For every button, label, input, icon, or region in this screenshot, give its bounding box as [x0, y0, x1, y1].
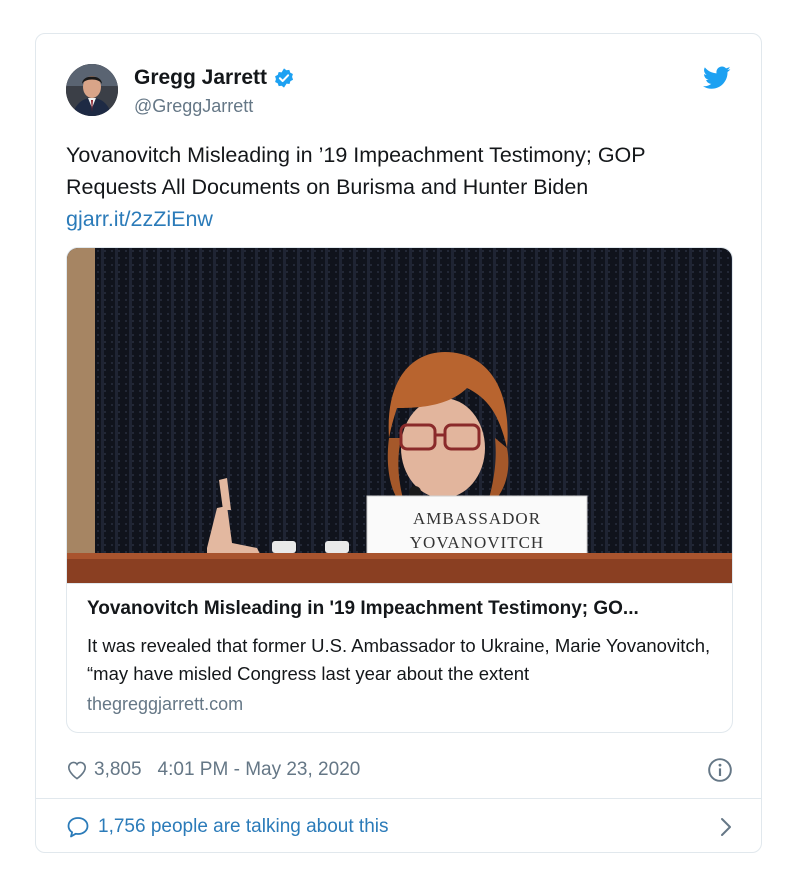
display-name[interactable]: Gregg Jarrett	[134, 66, 267, 90]
avatar[interactable]	[66, 64, 118, 116]
heart-icon	[67, 761, 87, 780]
card-domain: thegreggjarrett.com	[87, 694, 244, 714]
placard-line2: YOVANOVITCH	[410, 533, 544, 552]
conversation-count[interactable]: 1,756 people are talking about this	[98, 816, 389, 838]
info-icon[interactable]	[707, 757, 733, 783]
timestamp[interactable]: 4:01 PM - May 23, 2020	[158, 759, 361, 781]
like-count: 3,805	[94, 759, 142, 780]
chevron-right-icon[interactable]	[719, 816, 733, 838]
link-preview-card[interactable]: AMBASSADOR YOVANOVITCH Yovanovitch Misle…	[66, 247, 733, 733]
card-title[interactable]: Yovanovitch Misleading in '19 Impeachmen…	[87, 598, 717, 620]
tweet-card[interactable]: Gregg Jarrett @GreggJarrett Yovanovitch …	[35, 33, 762, 853]
conversation-link[interactable]: 1,756 people are talking about this	[66, 812, 733, 842]
twitter-bird-icon[interactable]	[703, 66, 731, 90]
card-description: It was revealed that former U.S. Ambassa…	[87, 635, 711, 684]
tweet-body: Yovanovitch Misleading in ’19 Impeachmen…	[66, 143, 646, 199]
verified-badge-icon	[275, 68, 294, 88]
card-body[interactable]: Yovanovitch Misleading in '19 Impeachmen…	[67, 583, 732, 732]
handle[interactable]: @GreggJarrett	[134, 96, 253, 117]
card-image: AMBASSADOR YOVANOVITCH	[67, 248, 732, 583]
tweet-meta: 3,805 4:01 PM - May 23, 2020	[66, 757, 733, 783]
placard-line1: AMBASSADOR	[413, 509, 541, 528]
tweet-text: Yovanovitch Misleading in ’19 Impeachmen…	[66, 139, 726, 235]
tweet-link[interactable]: gjarr.it/2zZiEnw	[66, 203, 726, 235]
speech-bubble-icon	[67, 817, 89, 838]
like-button[interactable]: 3,805	[66, 759, 142, 781]
avatar-image	[66, 64, 118, 116]
divider	[36, 798, 761, 799]
